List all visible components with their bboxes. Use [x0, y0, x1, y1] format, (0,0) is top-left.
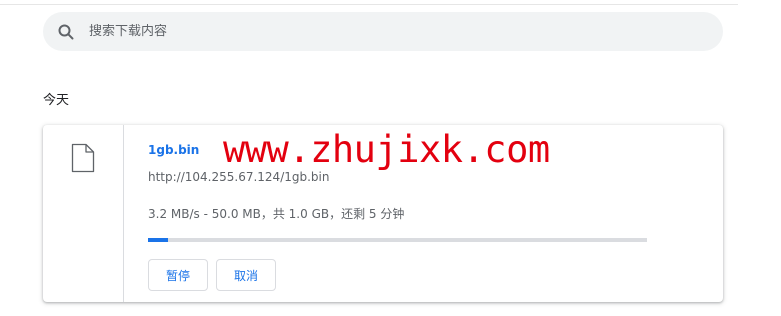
watermark-text: www.zhujixk.com — [223, 128, 550, 171]
cancel-button[interactable]: 取消 — [216, 259, 276, 291]
search-bar[interactable] — [43, 12, 723, 51]
file-icon-column — [43, 125, 124, 302]
search-icon[interactable] — [57, 23, 75, 41]
search-input[interactable] — [89, 24, 649, 39]
section-heading-today: 今天 — [43, 93, 70, 108]
progress-bar-fill — [148, 238, 168, 242]
pause-button[interactable]: 暂停 — [148, 259, 208, 291]
file-icon — [71, 143, 95, 177]
top-divider — [0, 4, 738, 5]
download-status: 3.2 MB/s - 50.0 MB，共 1.0 GB，还剩 5 分钟 — [148, 207, 405, 221]
file-url[interactable]: http://104.255.67.124/1gb.bin — [148, 170, 329, 184]
file-name-link[interactable]: 1gb.bin — [148, 143, 199, 157]
progress-bar — [148, 238, 647, 242]
